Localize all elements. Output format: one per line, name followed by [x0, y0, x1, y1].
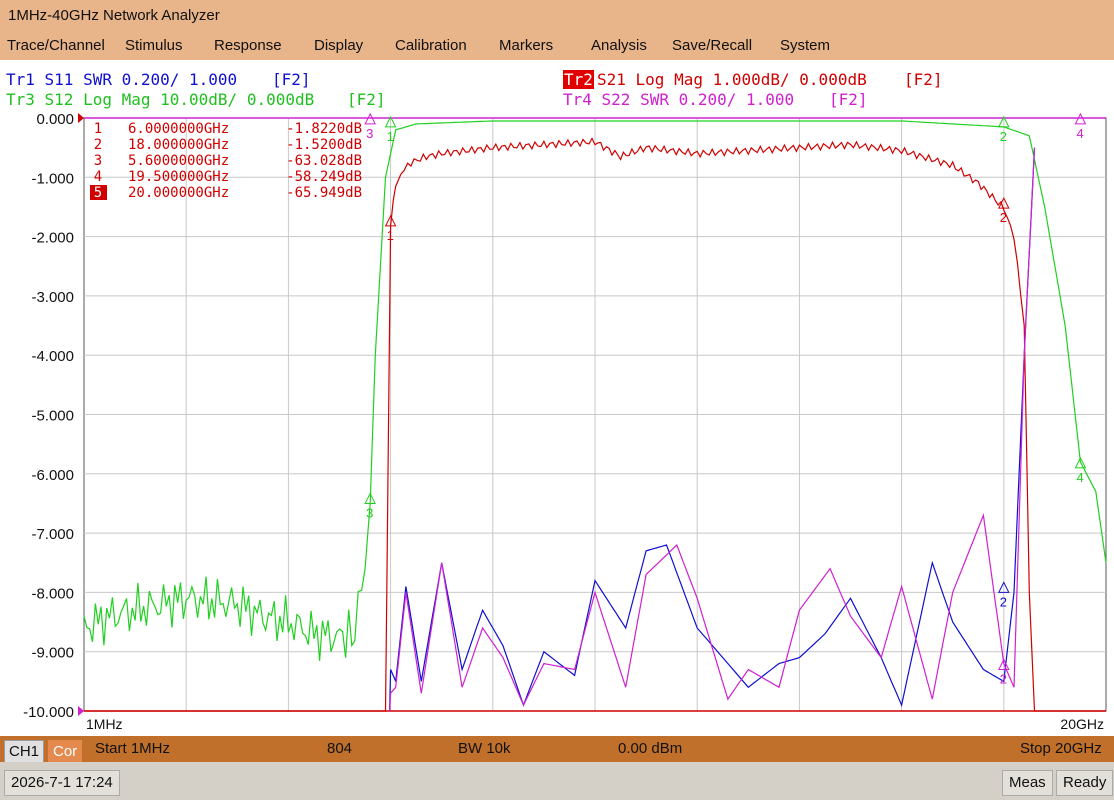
- datetime-display: 2026-7-1 17:24: [4, 770, 120, 796]
- menu-system[interactable]: System: [780, 37, 830, 54]
- sweep-points[interactable]: 804: [327, 740, 352, 757]
- plot-area[interactable]: 0.000 -1.000 -2.000 -3.000 -4.000 -5.000 -6.00…: [0, 110, 1114, 736]
- channel-status-bar: CH1 Cor Start 1MHz 804 BW 10k 0.00 dBm S…: [0, 736, 1114, 764]
- y-tick-label: -4.000: [31, 348, 74, 365]
- marker-table-num: 5: [94, 185, 102, 201]
- menu-markers[interactable]: Markers: [499, 37, 553, 54]
- if-bandwidth[interactable]: BW 10k: [458, 740, 511, 757]
- window-title: 1MHz-40GHz Network Analyzer: [8, 7, 220, 24]
- menu-save-recall[interactable]: Save/Recall: [672, 37, 752, 54]
- marker-table-freq: 18.000000GHz: [128, 137, 229, 153]
- marker-label: 2: [1000, 671, 1007, 686]
- trace1-tag: [F2]: [272, 70, 311, 89]
- y-tick-label: -2.000: [31, 230, 74, 247]
- marker-table-value: -63.028dB: [286, 153, 362, 169]
- marker-label: 4: [1076, 470, 1083, 485]
- ref-arrow-top: [78, 113, 84, 123]
- x-stop-label: 20GHz: [1060, 716, 1104, 732]
- ref-arrow-bottom: [78, 706, 84, 716]
- menu-stimulus[interactable]: Stimulus: [125, 37, 183, 54]
- marker-table-num: 1: [94, 121, 102, 137]
- marker-label: 3: [366, 126, 373, 141]
- marker-table-freq: 5.6000000GHz: [128, 153, 229, 169]
- trace2-tag: [F2]: [904, 70, 943, 89]
- marker-table-value: -65.949dB: [286, 185, 362, 201]
- trace2-label[interactable]: S21 Log Mag 1.000dB/ 0.000dB: [597, 70, 867, 89]
- y-tick-label: -8.000: [31, 585, 74, 602]
- y-tick-label: -9.000: [31, 645, 74, 662]
- marker-label: 2: [1000, 210, 1007, 225]
- y-tick-label: -3.000: [31, 289, 74, 306]
- trace3-label[interactable]: Tr3 S12 Log Mag 10.00dB/ 0.000dB: [6, 90, 314, 109]
- x-start-label: 1MHz: [86, 716, 123, 732]
- trace-header: Tr1 S11 SWR 0.200/ 1.000 [F2] Tr3 S12 Lo…: [0, 60, 1114, 110]
- marker-table-freq: 19.500000GHz: [128, 169, 229, 185]
- title-bar: 1MHz-40GHz Network Analyzer: [0, 0, 1114, 33]
- menu-display[interactable]: Display: [314, 37, 363, 54]
- menu-analysis[interactable]: Analysis: [591, 37, 647, 54]
- y-tick-label: -5.000: [31, 408, 74, 425]
- marker-label: 1: [387, 129, 394, 144]
- y-tick-label: -7.000: [31, 526, 74, 543]
- start-frequency[interactable]: Start 1MHz: [95, 740, 170, 757]
- trace3-tag: [F2]: [347, 90, 386, 109]
- y-tick-label: -10.000: [23, 704, 74, 721]
- marker-table-freq: 6.0000000GHz: [128, 121, 229, 137]
- y-tick-label: -1.000: [31, 170, 74, 187]
- marker-label: 3: [366, 505, 373, 520]
- marker-label: 1: [387, 228, 394, 243]
- marker-label: 4: [1076, 126, 1083, 141]
- channel-indicator[interactable]: CH1: [4, 740, 45, 764]
- marker-table-num: 3: [94, 153, 102, 169]
- y-tick-label: -6.000: [31, 467, 74, 484]
- stop-frequency[interactable]: Stop 20GHz: [1020, 740, 1102, 757]
- trace4-label[interactable]: Tr4 S22 SWR 0.200/ 1.000: [563, 90, 794, 109]
- correction-indicator[interactable]: Cor: [48, 740, 83, 764]
- marker-label: 2: [1000, 594, 1007, 609]
- trace-plot[interactable]: 0.000 -1.000 -2.000 -3.000 -4.000 -5.000 -6.00…: [0, 110, 1114, 736]
- marker-table-value: -1.8220dB: [286, 121, 362, 137]
- marker-table-value: -58.249dB: [286, 169, 362, 185]
- marker-label: 2: [1000, 129, 1007, 144]
- trace1-label[interactable]: Tr1 S11 SWR 0.200/ 1.000: [6, 70, 237, 89]
- marker-table-num: 4: [94, 169, 102, 185]
- y-tick-label: 0.000: [36, 111, 74, 128]
- source-power[interactable]: 0.00 dBm: [618, 740, 682, 757]
- marker-table-num: 2: [94, 137, 102, 153]
- marker-table-freq: 20.000000GHz: [128, 185, 229, 201]
- trace4-tag: [F2]: [829, 90, 868, 109]
- trace2-active-badge[interactable]: Tr2: [563, 70, 594, 89]
- menu-bar: Trace/Channel Stimulus Response Display …: [0, 33, 1114, 60]
- meas-indicator[interactable]: Meas: [1002, 770, 1053, 796]
- marker-table-value: -1.5200dB: [286, 137, 362, 153]
- menu-trace-channel[interactable]: Trace/Channel: [7, 37, 105, 54]
- menu-calibration[interactable]: Calibration: [395, 37, 467, 54]
- menu-response[interactable]: Response: [214, 37, 282, 54]
- bottom-status-bar: 2026-7-1 17:24 Meas Ready: [0, 762, 1114, 800]
- ready-indicator: Ready: [1056, 770, 1114, 796]
